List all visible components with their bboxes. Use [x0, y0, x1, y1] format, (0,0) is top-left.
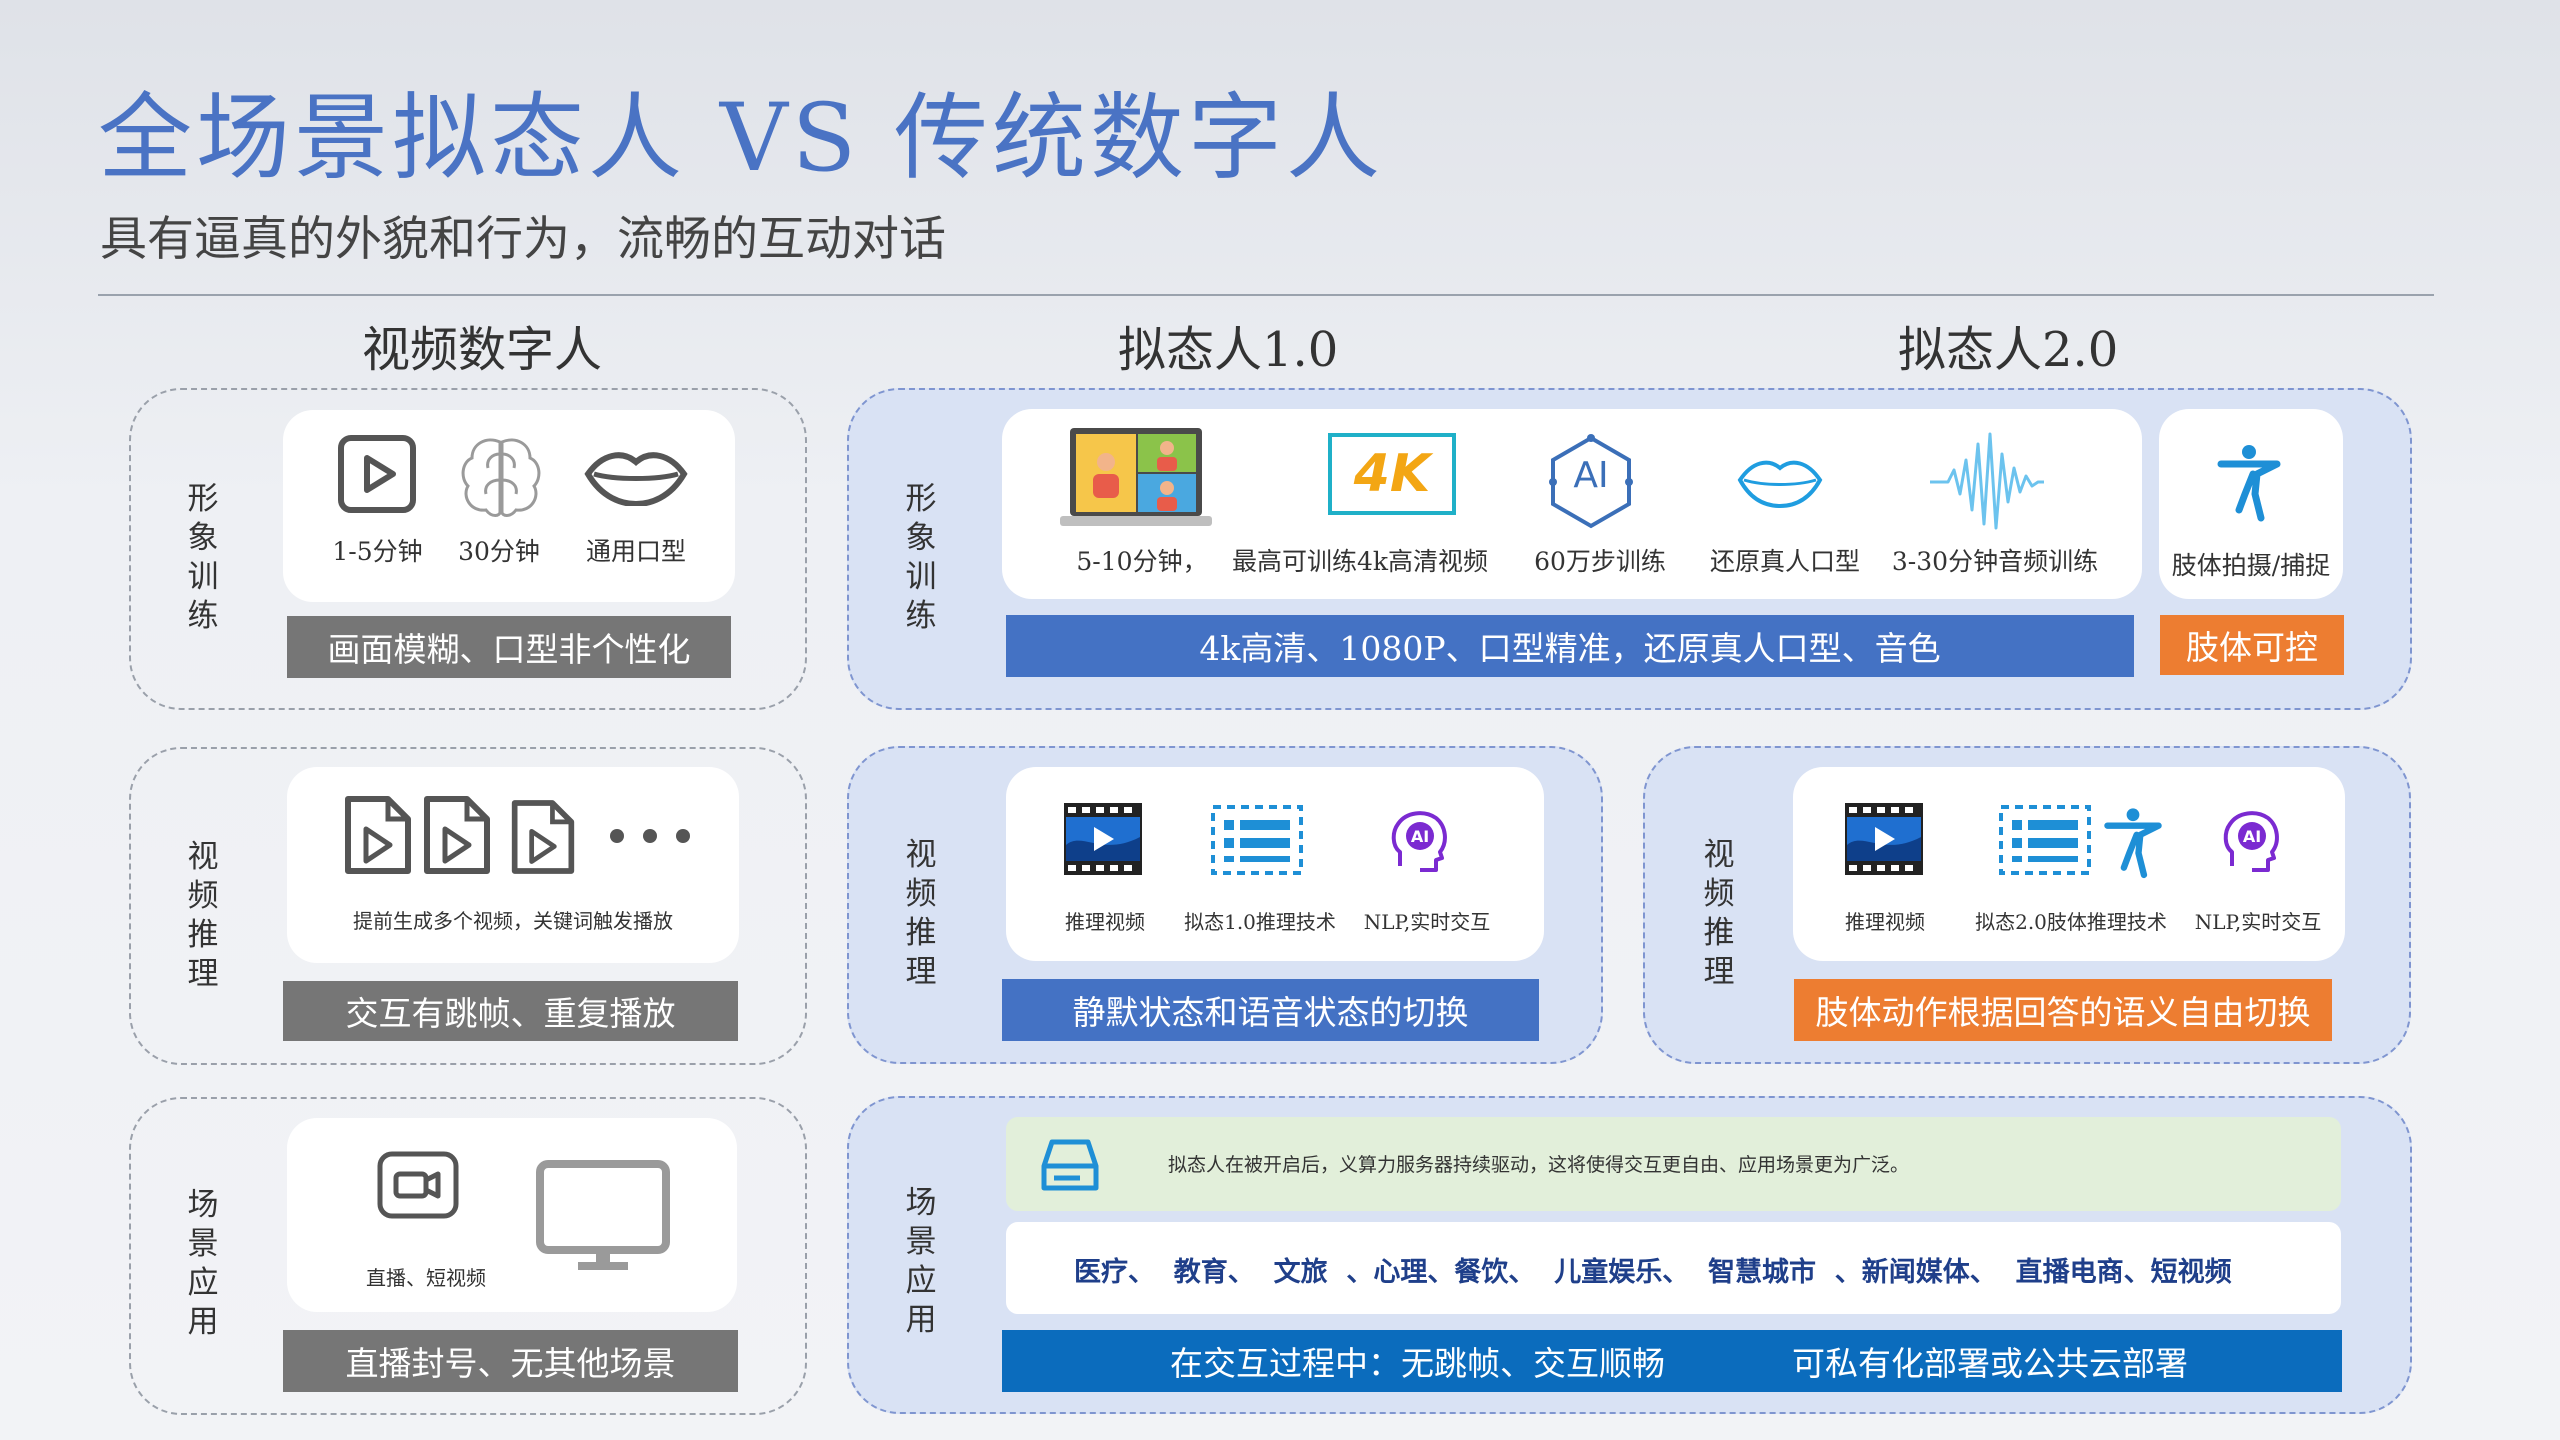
sound-wave-icon [1928, 430, 2046, 534]
training-caption-2: 30分钟 [458, 537, 540, 566]
list-frame-icon [1210, 804, 1304, 876]
training-caption-1: 1-5分钟 [332, 537, 423, 566]
film-video-icon [1062, 801, 1144, 877]
page-title: 全场景拟态人 VS 传统数字人 [98, 84, 1385, 193]
column-header-mimic-2: 拟态人2.0 [1898, 322, 2119, 378]
ai-head-icon: AI [1390, 808, 1450, 874]
svg-text:AI: AI [1411, 827, 1429, 846]
video-file-icon [509, 797, 577, 877]
row-label-training: 形象训练 [187, 481, 219, 634]
row-label-scenario: 场景应用 [905, 1185, 937, 1338]
server-drive-icon [1040, 1138, 1100, 1192]
mimic-v2-caption-3: NLP,实时交互 [2194, 910, 2322, 934]
scenario-note: 拟态人在被开启后，义算力服务器持续驱动，这将使得交互更自由、应用场景更为广泛。 [1168, 1154, 1910, 1176]
video-call-laptop-icon [1060, 426, 1212, 528]
row-label-training: 形象训练 [905, 481, 937, 634]
brain-icon [456, 434, 546, 520]
body-pose-icon [2215, 444, 2283, 522]
svg-text:AI: AI [2243, 827, 2261, 846]
mimic-scenario-bar: 在交互过程中：无跳帧、交互顺畅 可私有化部署或公共云部署 [1002, 1330, 2342, 1392]
scenario-list: 医疗、 教育、 文旅 、心理、餐饮、 儿童娱乐、 智慧城市 、新闻媒体、 直播电… [1074, 1257, 2232, 1288]
mimic-training-caption-5: 3-30分钟音频训练 [1891, 547, 2099, 576]
mimic-v2-inference-bar: 肢体动作根据回答的语义自由切换 [1794, 979, 2332, 1041]
video-file-icon [421, 793, 493, 877]
row-label-scenario: 场景应用 [187, 1187, 219, 1340]
scenario-bar-right: 可私有化部署或公共云部署 [1792, 1344, 2188, 1383]
mimic-training-caption-body: 肢体拍摄/捕捉 [2171, 551, 2331, 580]
mimic-training-caption-3: 60万步训练 [1534, 547, 1666, 576]
column-header-mimic-1: 拟态人1.0 [1118, 322, 1339, 378]
mimic-v1-caption-2: 拟态1.0推理技术 [1184, 910, 1336, 934]
scenario-bar-left: 在交互过程中：无跳帧、交互顺畅 [1170, 1344, 1665, 1383]
mimic-training-caption-1: 5-10分钟， [1076, 547, 1208, 576]
column-header-video-human: 视频数字人 [362, 322, 603, 378]
play-icon [337, 434, 417, 514]
inference-caption: 提前生成多个视频，关键词触发播放 [353, 909, 673, 933]
lips-icon [1736, 454, 1824, 510]
mimic-training-caption-4: 还原真人口型 [1709, 547, 1860, 576]
video-human-scenario-bar: 直播封号、无其他场景 [283, 1330, 738, 1392]
ai-hexagon-label: AI [1573, 455, 1609, 496]
4k-icon-label: 4K [1353, 444, 1431, 504]
more-icon [607, 826, 693, 846]
mimic-training-bar: 4k高清、1080P、口型精准，还原真人口型、音色 [1006, 615, 2134, 677]
film-video-icon [1843, 801, 1925, 877]
divider [98, 294, 2434, 296]
mimic-v1-caption-1: 推理视频 [1065, 910, 1145, 934]
mimic-training-caption-2: 最高可训练4k高清视频 [1231, 547, 1489, 576]
video-human-training-bar: 画面模糊、口型非个性化 [287, 616, 731, 678]
mimic-training-extra-bar: 肢体可控 [2160, 615, 2344, 675]
body-pose-icon [2102, 806, 2164, 880]
monitor-icon [536, 1160, 670, 1272]
mimic-v1-caption-3: NLP,实时交互 [1363, 910, 1491, 934]
list-frame-icon [1998, 804, 2092, 876]
mimic-v1-inference-bar: 静默状态和语音状态的切换 [1002, 979, 1539, 1041]
page-subtitle: 具有逼真的外貌和行为，流畅的互动对话 [100, 212, 946, 267]
4k-icon: 4K [1328, 433, 1456, 515]
mimic-v2-caption-1: 推理视频 [1845, 910, 1925, 934]
ai-head-icon: AI [2222, 808, 2282, 874]
row-label-inference: 视频推理 [1703, 837, 1735, 990]
row-label-inference: 视频推理 [187, 839, 219, 992]
video-camera-icon [376, 1150, 460, 1220]
mimic-v2-caption-2: 拟态2.0肢体推理技术 [1975, 910, 2167, 934]
scenario-caption: 直播、短视频 [366, 1266, 486, 1290]
row-label-inference: 视频推理 [905, 837, 937, 990]
training-caption-3: 通用口型 [585, 537, 686, 566]
video-human-inference-bar: 交互有跳帧、重复播放 [283, 981, 738, 1041]
video-file-icon [342, 793, 414, 877]
lips-icon [584, 446, 688, 506]
